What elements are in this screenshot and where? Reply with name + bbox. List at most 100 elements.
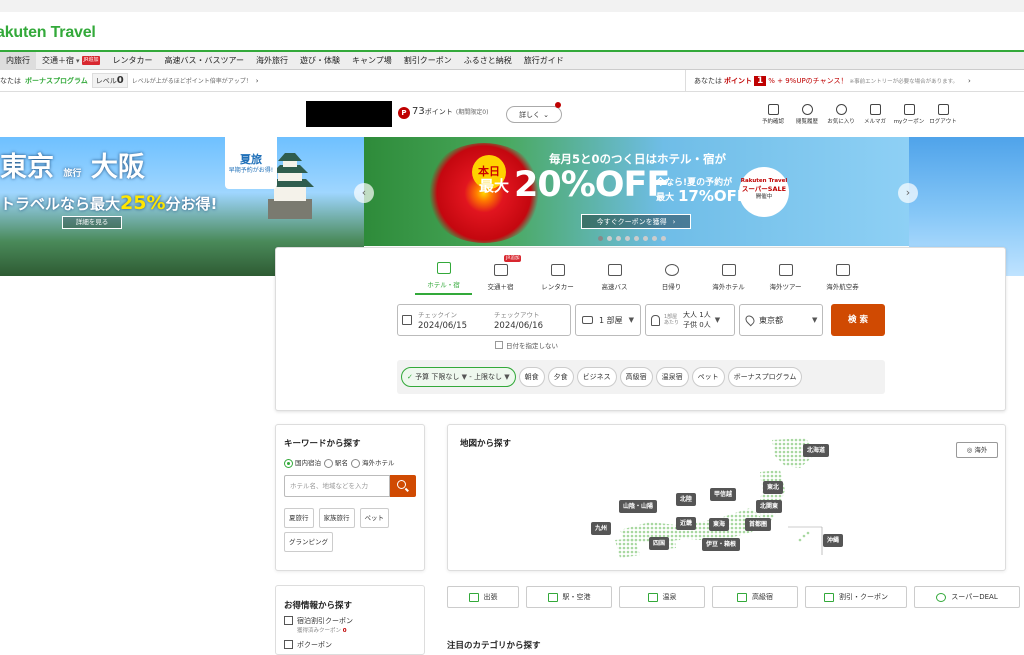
region-hokkaido[interactable]: 北海道 <box>803 444 830 457</box>
radio-dot[interactable] <box>324 458 333 468</box>
tab-overseas-hotel[interactable]: 海外ホテル <box>700 255 757 295</box>
keyword-input[interactable]: ホテル名、地域などを入力 <box>284 475 390 497</box>
quick-business[interactable]: 出張 <box>447 586 519 608</box>
rakuten-travel-logo[interactable]: akuten Travel <box>0 24 96 42</box>
tag-pet[interactable]: ペット <box>359 508 389 528</box>
area-select[interactable]: 東京都 ▼ <box>739 304 823 336</box>
carousel-next-button[interactable]: › <box>898 183 918 203</box>
get-coupon-button[interactable]: 今すぐクーポンを獲得 › <box>581 214 691 229</box>
util-label: myクーポン <box>893 119 925 125</box>
chip-business[interactable]: ビジネス <box>576 367 617 387</box>
carousel-dot[interactable] <box>607 236 612 241</box>
region-okinawa[interactable]: 沖縄 <box>823 534 844 547</box>
keyword-search-button[interactable] <box>390 475 416 497</box>
radio-domestic[interactable]: 国内宿泊 <box>284 457 321 468</box>
quick-luxury[interactable]: 高級宿 <box>712 586 798 608</box>
nav-coupon[interactable]: 割引クーポン <box>398 52 458 70</box>
chip-pet[interactable]: ペット <box>691 367 725 387</box>
children-value: 子供 0人 <box>683 321 711 329</box>
chip-dinner[interactable]: 夕食 <box>547 367 574 387</box>
nav-label: 高速バス・バスツアー <box>164 55 244 65</box>
chip-luxury[interactable]: 高級宿 <box>619 367 653 387</box>
nav-transport-hotel[interactable]: 交通＋宿 ▾ JR追加 <box>36 52 106 70</box>
carousel-dot[interactable] <box>616 236 621 241</box>
point-rate-link[interactable]: あなたは ポイント 1 % + 9%UPのチャンス！ ※事前エントリーが必要な場… <box>686 75 971 86</box>
carousel-dot[interactable] <box>661 236 666 241</box>
nav-activities[interactable]: 遊び・体験 <box>294 52 346 70</box>
quick-categories: 出張 駅・空港 温泉 高級宿 割引・クーポン スーパーDEAL <box>447 586 1020 608</box>
region-koshinetsu[interactable]: 甲信越 <box>710 488 737 501</box>
deal-point-coupon-link[interactable]: ポクーポン <box>284 640 332 650</box>
region-kitakanto[interactable]: 北関東 <box>756 500 783 513</box>
level-label: レベル <box>95 77 117 85</box>
carousel-dot[interactable] <box>652 236 657 241</box>
tab-rentacar[interactable]: レンタカー <box>529 255 586 295</box>
tab-bus[interactable]: 高速バス <box>586 255 643 295</box>
nav-rentacar[interactable]: レンタカー <box>106 52 158 70</box>
quick-onsen[interactable]: 温泉 <box>619 586 705 608</box>
nav-guide[interactable]: 旅行ガイド <box>518 52 570 70</box>
nav-furusato[interactable]: ふるさと納税 <box>458 52 518 70</box>
deal-label: 宿泊割引クーポン <box>297 617 353 625</box>
checkbox-box[interactable] <box>495 341 503 349</box>
checkout[interactable]: チェックアウト 2024/06/16 <box>488 309 543 331</box>
region-izu-hakone[interactable]: 伊豆・箱根 <box>702 538 741 551</box>
region-kinki[interactable]: 近畿 <box>676 517 697 530</box>
carousel-dot[interactable] <box>634 236 639 241</box>
util-mycoupon[interactable]: myクーポン <box>892 104 926 125</box>
nav-camp[interactable]: キャンプ場 <box>346 52 398 70</box>
util-logout[interactable]: ログアウト <box>926 104 960 125</box>
chip-bonus-program[interactable]: ボーナスプログラム <box>727 367 803 387</box>
banner-super-sale[interactable]: 本日 毎月5と0のつく日はホテル・宿が 最大 20%OFF 今なら!夏の予約が … <box>364 137 909 246</box>
util-history[interactable]: 閲覧履歴 <box>790 104 824 125</box>
radio-overseas[interactable]: 海外ホテル <box>351 457 395 468</box>
points-detail-button[interactable]: 詳しく ⌄ <box>506 106 562 123</box>
quick-station[interactable]: 駅・空港 <box>526 586 612 608</box>
search-button[interactable]: 検 索 <box>831 304 885 336</box>
radio-dot[interactable] <box>284 458 293 468</box>
overseas-map-button[interactable]: ◎ 海外 <box>956 442 998 458</box>
date-field[interactable]: チェックイン 2024/06/15 チェックアウト 2024/06/16 <box>397 304 571 336</box>
carousel-prev-button[interactable]: ‹ <box>354 183 374 203</box>
radio-station[interactable]: 駅名 <box>324 457 348 468</box>
carousel-dot[interactable] <box>598 236 603 241</box>
nav-domestic[interactable]: 内旅行 <box>0 51 36 70</box>
util-reservation[interactable]: 予約確認 <box>756 104 790 125</box>
nav-bus[interactable]: 高速バス・バスツアー <box>158 52 250 70</box>
banner-detail-button[interactable]: 詳細を見る <box>62 216 122 229</box>
category-title: 注目のカテゴリから探す <box>447 641 541 651</box>
tab-flights[interactable]: 海外航空券 <box>814 255 871 295</box>
guests-select[interactable]: 1部屋 あたり 大人 1人 子供 0人 ▼ <box>645 304 735 336</box>
carousel-dot[interactable] <box>625 236 630 241</box>
quick-superdeal[interactable]: スーパーDEAL <box>914 586 1020 608</box>
region-sanin-sanyo[interactable]: 山陰・山陽 <box>619 500 658 513</box>
chevron-down-icon: ▼ <box>504 373 510 381</box>
checkin[interactable]: チェックイン 2024/06/15 <box>412 309 488 331</box>
nav-overseas[interactable]: 海外旅行 <box>250 52 294 70</box>
region-shutoken[interactable]: 首都圏 <box>745 518 772 531</box>
tag-summer-trip[interactable]: 夏旅行 <box>284 508 314 528</box>
radio-dot[interactable] <box>351 458 360 468</box>
bonus-program-link[interactable]: なたは ボーナスプログラム レベル0 レベルが上がるほどポイント倍率がアップ！ … <box>0 70 686 91</box>
date-undecided-checkbox[interactable]: 日付を指定しない <box>495 340 558 350</box>
region-tokai[interactable]: 東海 <box>709 518 730 531</box>
tab-transport-hotel[interactable]: JR追加 交通＋宿 <box>472 255 529 295</box>
deal-coupon-link[interactable]: 宿泊割引クーポン 獲得済みクーポン 0 <box>284 616 353 634</box>
chip-breakfast[interactable]: 朝食 <box>518 367 545 387</box>
region-tohoku[interactable]: 東北 <box>763 481 784 494</box>
util-newsletter[interactable]: メルマガ <box>858 104 892 125</box>
chip-onsen[interactable]: 温泉宿 <box>655 367 689 387</box>
budget-filter[interactable]: ✓ 予算 下限なし ▼ - 上限なし ▼ <box>401 367 516 387</box>
region-kyushu[interactable]: 九州 <box>591 522 612 535</box>
tab-hotel[interactable]: ホテル・宿 <box>415 255 472 295</box>
region-hokuriku[interactable]: 北陸 <box>676 493 697 506</box>
tab-daytrip[interactable]: 日帰り <box>643 255 700 295</box>
region-shikoku[interactable]: 四国 <box>649 537 670 550</box>
tag-family-trip[interactable]: 家族旅行 <box>318 508 355 528</box>
tab-overseas-tour[interactable]: 海外ツアー <box>757 255 814 295</box>
carousel-dot[interactable] <box>643 236 648 241</box>
rooms-select[interactable]: 1 部屋 ▼ <box>575 304 641 336</box>
util-favorites[interactable]: お気に入り <box>824 104 858 125</box>
quick-discount[interactable]: 割引・クーポン <box>805 586 907 608</box>
tag-glamping[interactable]: グランピング <box>284 532 333 552</box>
